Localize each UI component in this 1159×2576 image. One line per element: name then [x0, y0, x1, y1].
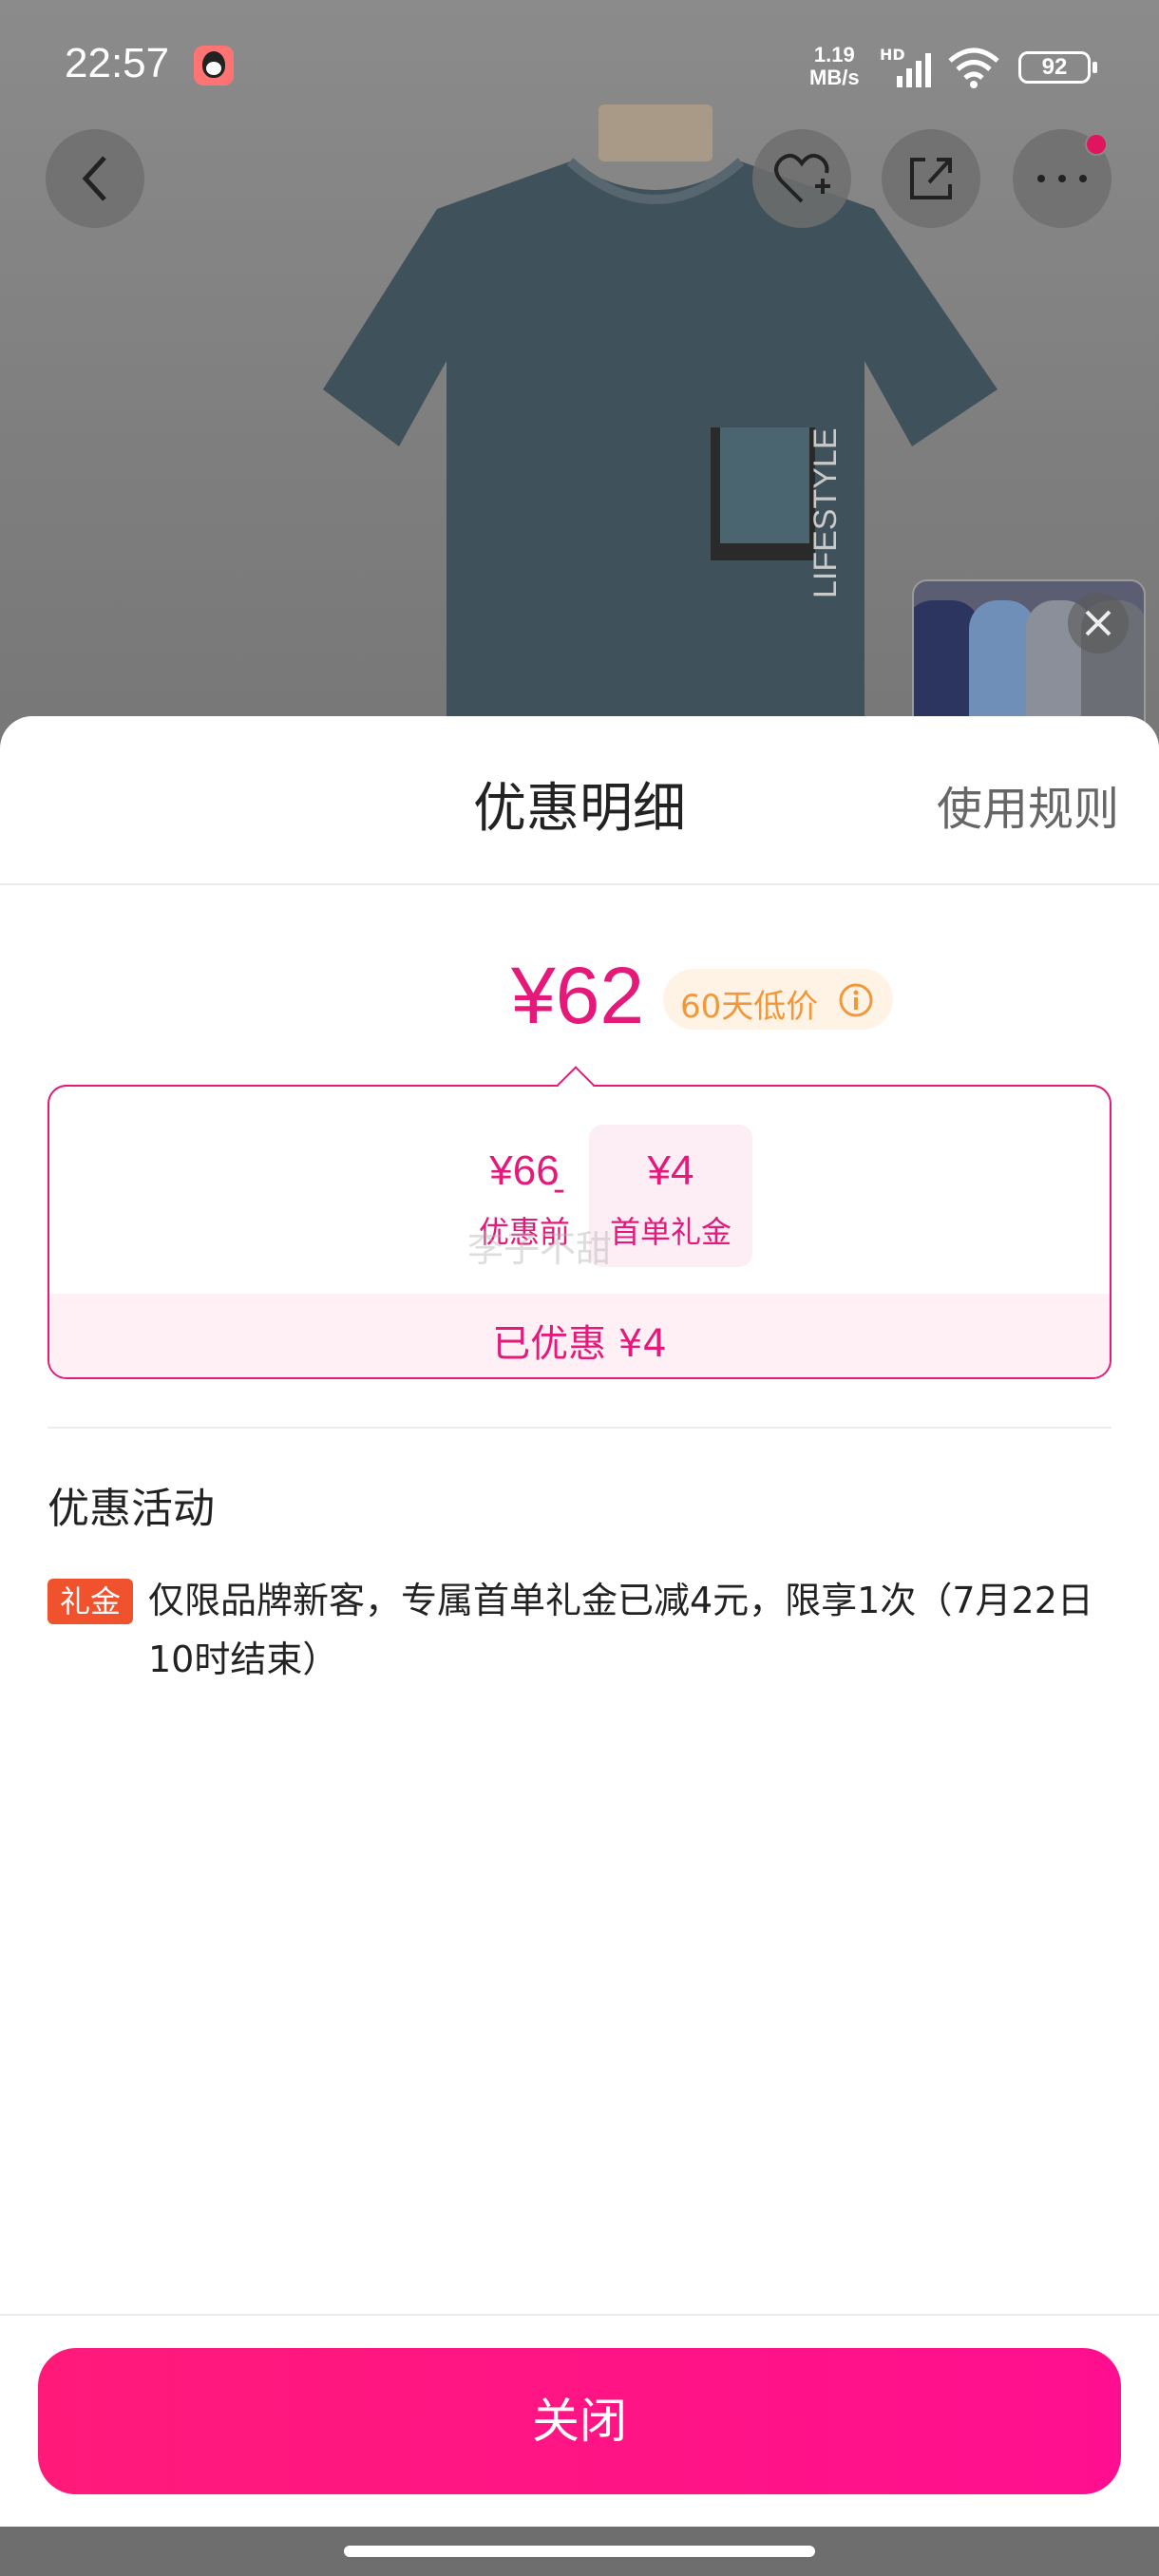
divider [0, 2314, 1159, 2316]
minus-operator: - [553, 1170, 565, 1209]
network-speed-unit: MB/s [809, 66, 860, 89]
battery-icon: 92 [1018, 51, 1097, 84]
final-price: ¥62 [511, 951, 645, 1040]
close-button[interactable]: 关闭 [38, 2348, 1121, 2494]
thumbnail-close-icon[interactable] [1068, 593, 1129, 653]
price-calculation-box: ¥66 优惠前 - ¥4 首单礼金 李子不甜 已优惠 ¥4 [48, 1085, 1112, 1379]
share-button[interactable] [882, 129, 980, 228]
saved-band: 已优惠 ¥4 [49, 1294, 1110, 1377]
home-indicator[interactable] [344, 2546, 815, 2557]
back-button[interactable] [46, 129, 144, 228]
discount-detail-sheet: 优惠明细 使用规则 ¥62 60天低价 ¥66 优惠前 - ¥4 首单礼金 李子… [0, 716, 1159, 2527]
gift-discount-amount: ¥4 [647, 1147, 694, 1194]
wifi-icon [948, 47, 999, 88]
navigation-bar [0, 2527, 1159, 2576]
watermark: 李子不甜 [467, 1228, 613, 1270]
usage-rules-link[interactable]: 使用规则 [937, 771, 1119, 838]
promotions-section-title: 优惠活动 [48, 1485, 215, 1533]
saved-amount-text: 已优惠 ¥4 [492, 1322, 667, 1366]
info-icon [839, 983, 873, 1017]
divider [0, 883, 1159, 885]
status-time: 22:57 [65, 40, 170, 86]
network-speed-value: 1.19 [813, 43, 855, 66]
back-icon [82, 156, 106, 201]
notification-dot [1085, 133, 1108, 156]
low-price-badge[interactable]: 60天低价 [663, 969, 893, 1030]
promotion-tag: 礼金 [48, 1579, 133, 1624]
divider [48, 1427, 1112, 1429]
qq-icon [194, 46, 234, 85]
network-speed: 1.19 MB/s [809, 44, 860, 89]
share-icon [910, 158, 952, 199]
promotion-description: 仅限品牌新客，专属首单礼金已减4元，限享1次（7月22日10时结束） [148, 1580, 1093, 1680]
low-price-badge-label: 60天低价 [680, 988, 819, 1026]
favorite-button[interactable] [752, 129, 851, 228]
status-bar: 22:57 1.19 MB/s HD 92 [0, 0, 1159, 133]
svg-text:LIFESTYLE: LIFESTYLE [808, 427, 844, 598]
signal-icon [897, 53, 931, 87]
favorite-add-icon [774, 153, 830, 203]
